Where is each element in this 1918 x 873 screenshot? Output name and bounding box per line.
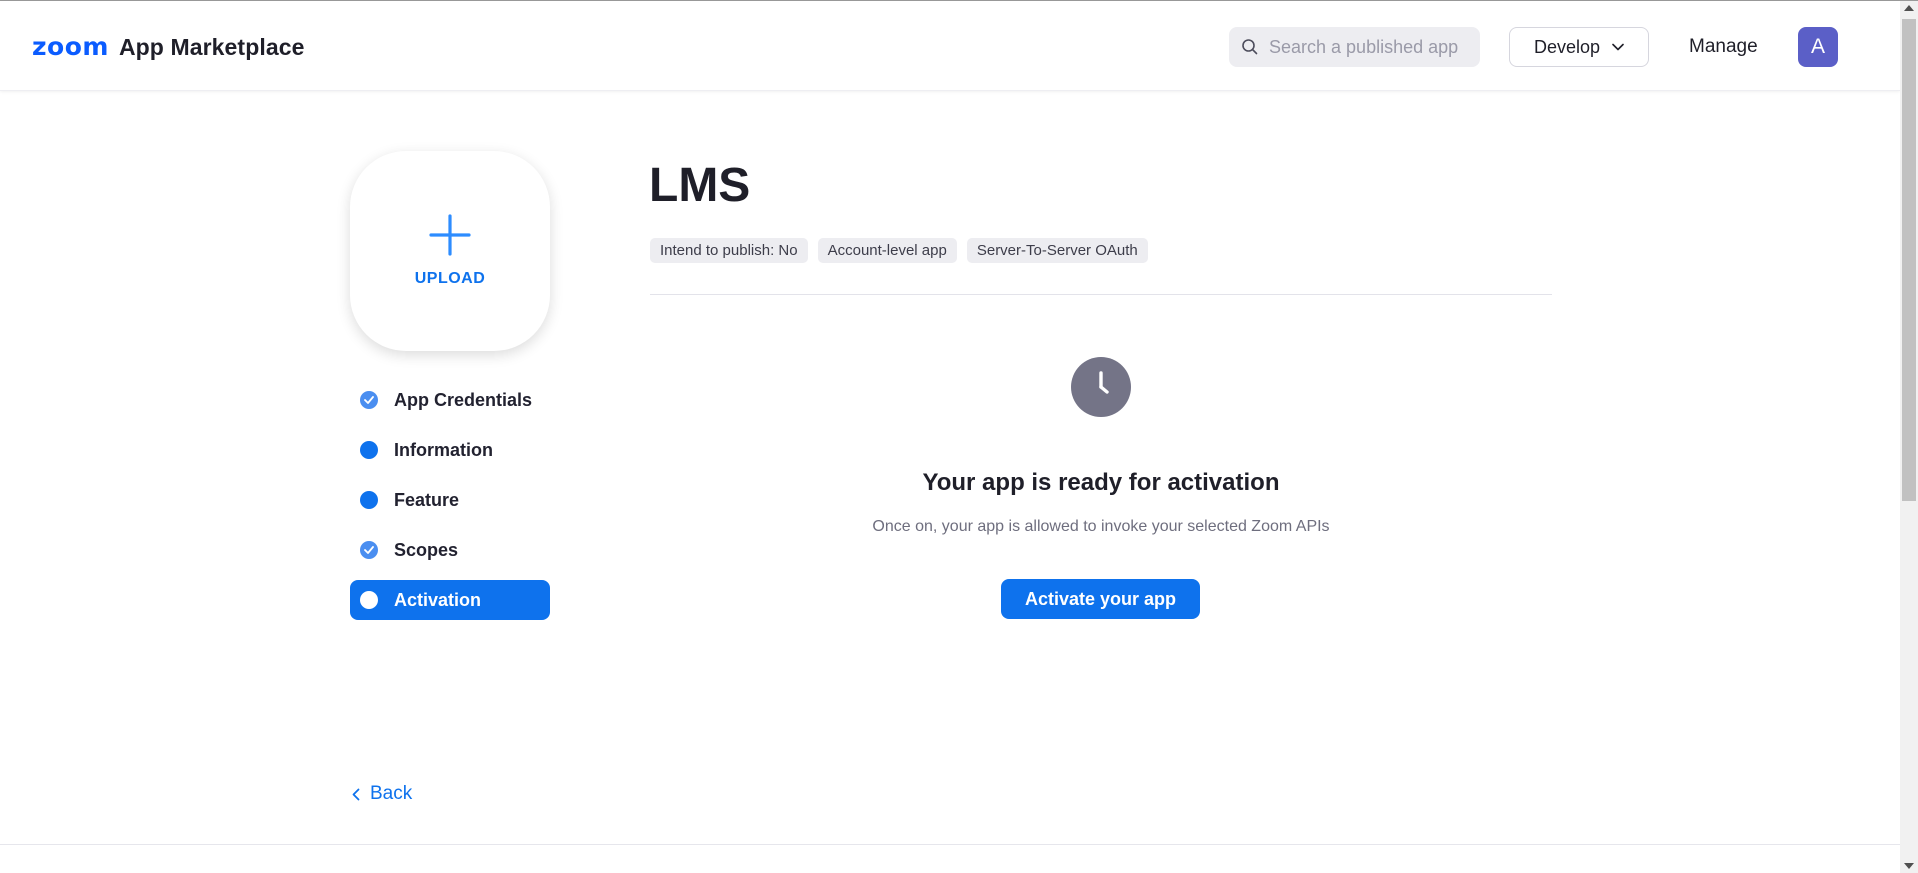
upload-icon-button[interactable]: UPLOAD [350, 151, 550, 351]
develop-dropdown[interactable]: Develop [1509, 27, 1649, 67]
upload-label: UPLOAD [414, 270, 486, 287]
step-activation[interactable]: Activation [350, 580, 550, 620]
search-input[interactable] [1269, 36, 1469, 58]
marketplace-logo[interactable]: zoom App Marketplace [32, 32, 305, 61]
plus-icon [429, 214, 471, 256]
chevron-down-icon [1612, 43, 1624, 51]
step-information[interactable]: Information [350, 430, 550, 470]
status-dot-icon [360, 441, 378, 459]
tag-publish-intent: Intend to publish: No [650, 238, 808, 263]
tag-app-level: Account-level app [817, 238, 957, 263]
step-label: Scopes [394, 539, 459, 560]
app-tags: Intend to publish: No Account-level app … [650, 238, 1148, 263]
app-title: LMS [649, 159, 751, 212]
setup-steps-nav: App Credentials Information Feature Scop… [350, 380, 550, 630]
footer-divider [0, 844, 1900, 845]
step-scopes[interactable]: Scopes [350, 530, 550, 570]
activate-app-button[interactable]: Activate your app [1001, 579, 1200, 619]
step-feature[interactable]: Feature [350, 480, 550, 520]
activation-ready-title: Your app is ready for activation [922, 469, 1280, 496]
status-dot-icon [360, 491, 378, 509]
scroll-up-arrow-icon[interactable] [1904, 5, 1914, 11]
develop-label: Develop [1533, 36, 1601, 57]
tag-app-type: Server-To-Server OAuth [966, 238, 1148, 263]
logo-text: App Marketplace [118, 34, 305, 60]
page-scrollbar[interactable] [1900, 1, 1918, 873]
divider [650, 294, 1552, 295]
check-icon [360, 541, 378, 559]
search-box[interactable] [1229, 27, 1480, 67]
zoom-logo: zoom [32, 32, 109, 61]
step-label: Activation [394, 589, 482, 610]
clock-icon [1071, 357, 1131, 417]
search-icon [1242, 39, 1258, 55]
scroll-down-arrow-icon[interactable] [1904, 863, 1914, 869]
step-label: App Credentials [394, 389, 533, 410]
user-avatar[interactable]: A [1798, 27, 1838, 67]
back-label: Back [370, 783, 413, 804]
step-label: Information [394, 439, 493, 460]
manage-link[interactable]: Manage [1689, 36, 1758, 58]
back-link[interactable]: Back [352, 783, 412, 805]
chevron-left-icon [352, 788, 360, 800]
step-app-credentials[interactable]: App Credentials [350, 380, 550, 420]
activation-ready-subtitle: Once on, your app is allowed to invoke y… [872, 518, 1330, 535]
scroll-thumb[interactable] [1902, 19, 1916, 501]
status-dot-icon [360, 591, 378, 609]
top-nav-bar: zoom App Marketplace Develop Manage A [0, 1, 1900, 91]
check-icon [360, 391, 378, 409]
step-label: Feature [394, 489, 460, 510]
